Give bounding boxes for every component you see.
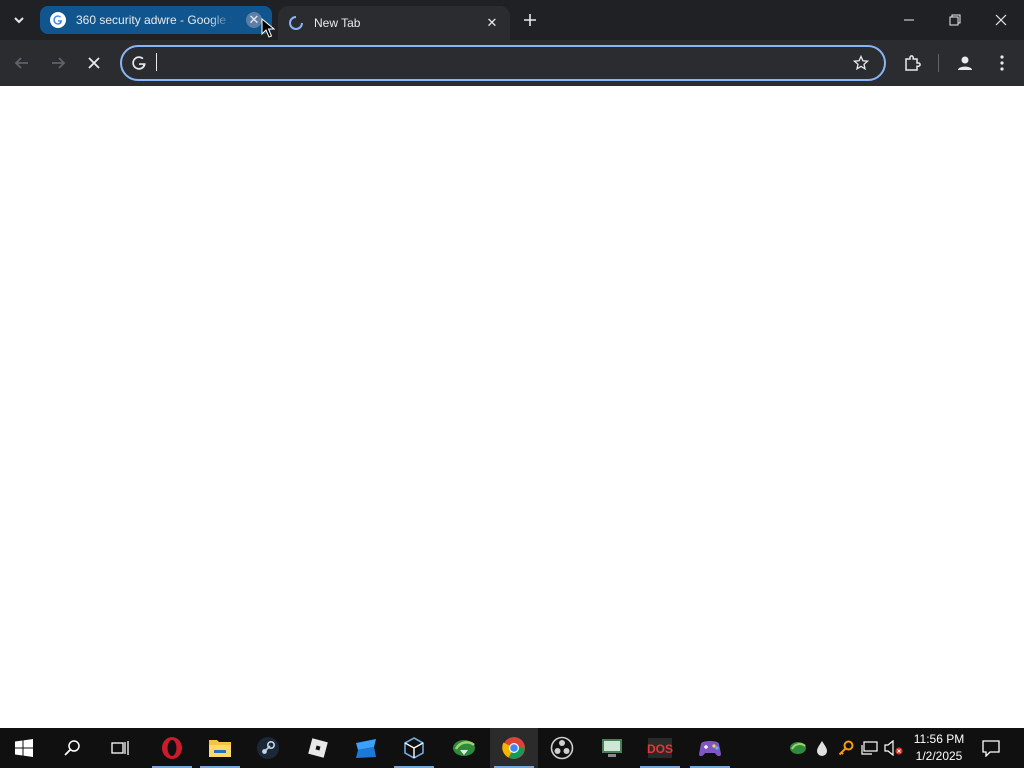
- tab-title: 360 security adwre - Google Se: [76, 13, 232, 27]
- stop-button[interactable]: [79, 48, 109, 78]
- tab-close-button[interactable]: ✕: [246, 12, 262, 28]
- tray-volume[interactable]: [884, 738, 904, 758]
- more-icon: [1000, 55, 1004, 71]
- taskbar-download-manager[interactable]: [440, 728, 488, 768]
- taskbar-opera[interactable]: [148, 728, 196, 768]
- text-caret: [156, 53, 157, 71]
- steam-icon: [257, 737, 279, 759]
- tab-title: New Tab: [314, 16, 361, 30]
- tab-google-search[interactable]: 360 security adwre - Google Se ✕: [40, 6, 272, 34]
- loading-spinner-icon: [289, 16, 303, 30]
- star-icon: [853, 55, 869, 71]
- taskbar-dosbox[interactable]: DOS: [636, 728, 684, 768]
- profile-button[interactable]: [950, 48, 980, 78]
- tray-network[interactable]: [860, 738, 880, 758]
- taskbar-roblox[interactable]: [294, 728, 342, 768]
- search-icon: [64, 740, 80, 756]
- droplet-icon: [817, 741, 827, 756]
- stop-icon: [88, 57, 100, 69]
- close-icon: ✕: [248, 12, 260, 27]
- restore-icon: [949, 14, 961, 26]
- plus-icon: [524, 14, 536, 26]
- roblox-icon: [308, 738, 328, 758]
- new-tab-button[interactable]: [518, 8, 542, 32]
- taskbar-virtualbox[interactable]: [390, 728, 438, 768]
- tray-droplet[interactable]: [812, 738, 832, 758]
- clock-date: 1/2/2025: [915, 749, 963, 763]
- profile-icon: [958, 56, 972, 70]
- chevron-down-icon: [14, 17, 24, 24]
- taskbar-app[interactable]: [588, 728, 636, 768]
- taskbar-chrome[interactable]: [490, 728, 538, 768]
- internet-download-manager-icon: [453, 740, 475, 756]
- close-icon: [995, 14, 1007, 26]
- start-button[interactable]: [0, 728, 48, 768]
- forward-button[interactable]: [43, 48, 73, 78]
- action-center-icon: [982, 740, 1000, 757]
- restore-button[interactable]: [932, 0, 978, 40]
- start-icon: [15, 739, 33, 757]
- tab-new-tab[interactable]: New Tab ✕: [278, 6, 510, 40]
- clock-time: 11:56 PM: [913, 732, 965, 746]
- page-content: [0, 86, 1024, 728]
- back-button[interactable]: [7, 48, 37, 78]
- svg-text:DOS: DOS: [647, 742, 673, 756]
- minimize-icon: [904, 19, 914, 21]
- address-input[interactable]: [156, 52, 820, 76]
- taskbar-search-button[interactable]: [48, 728, 96, 768]
- tray-app[interactable]: [788, 738, 808, 758]
- game-icon: [699, 741, 721, 757]
- forward-icon: [52, 57, 66, 69]
- minimize-button[interactable]: [886, 0, 932, 40]
- extensions-button[interactable]: [897, 48, 927, 78]
- close-icon: ✕: [486, 15, 498, 30]
- google-icon: [50, 12, 66, 28]
- file-explorer-icon: [209, 740, 231, 757]
- windows-taskbar: DOS 11:56 PM 1/2/2025: [0, 728, 1024, 768]
- tab-close-button[interactable]: ✕: [484, 15, 500, 31]
- taskbar-obs[interactable]: [538, 728, 586, 768]
- taskbar-roblox-studio[interactable]: [342, 728, 390, 768]
- more-menu-button[interactable]: [987, 48, 1017, 78]
- network-icon: [861, 741, 878, 755]
- back-icon: [14, 57, 28, 69]
- bookmark-button[interactable]: [848, 51, 874, 75]
- task-view-button[interactable]: [96, 728, 144, 768]
- taskbar-file-explorer[interactable]: [196, 728, 244, 768]
- key-icon: [838, 740, 854, 756]
- extensions-icon: [905, 55, 921, 71]
- taskbar-game[interactable]: [686, 728, 734, 768]
- tray-key[interactable]: [836, 738, 856, 758]
- dosbox-icon: DOS: [647, 738, 673, 758]
- taskbar-clock[interactable]: 11:56 PM 1/2/2025: [906, 731, 972, 765]
- tab-search-button[interactable]: [6, 8, 32, 32]
- opera-icon: [162, 737, 182, 759]
- mouse-cursor-icon: [261, 18, 275, 38]
- taskbar-steam[interactable]: [244, 728, 292, 768]
- volume-muted-icon: [884, 740, 903, 756]
- app-icon: [602, 739, 622, 757]
- chrome-icon: [502, 737, 525, 759]
- tray-app-icon: [790, 742, 806, 754]
- obs-icon: [550, 736, 574, 760]
- roblox-studio-icon: [356, 739, 376, 758]
- virtualbox-icon: [404, 737, 424, 759]
- title-bar: 360 security adwre - Google Se ✕ New Tab…: [0, 0, 1024, 40]
- close-window-button[interactable]: [978, 0, 1024, 40]
- task-view-icon: [111, 741, 129, 755]
- address-bar[interactable]: [120, 45, 886, 81]
- google-icon: [132, 56, 146, 70]
- action-center-button[interactable]: [978, 736, 1004, 760]
- toolbar-divider: [938, 54, 939, 72]
